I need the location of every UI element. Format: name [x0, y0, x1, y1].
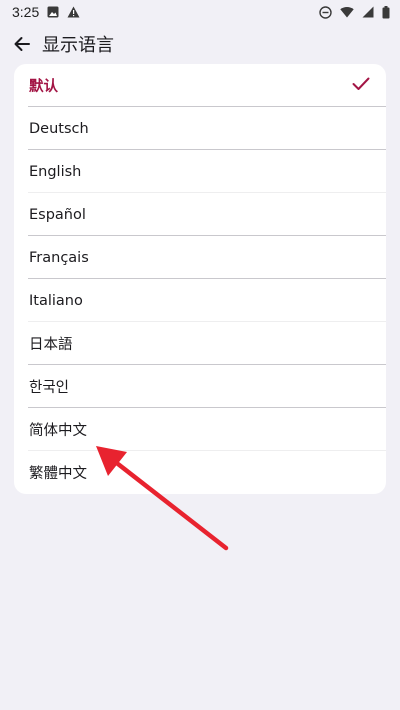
annotation-arrow-icon [96, 446, 229, 551]
